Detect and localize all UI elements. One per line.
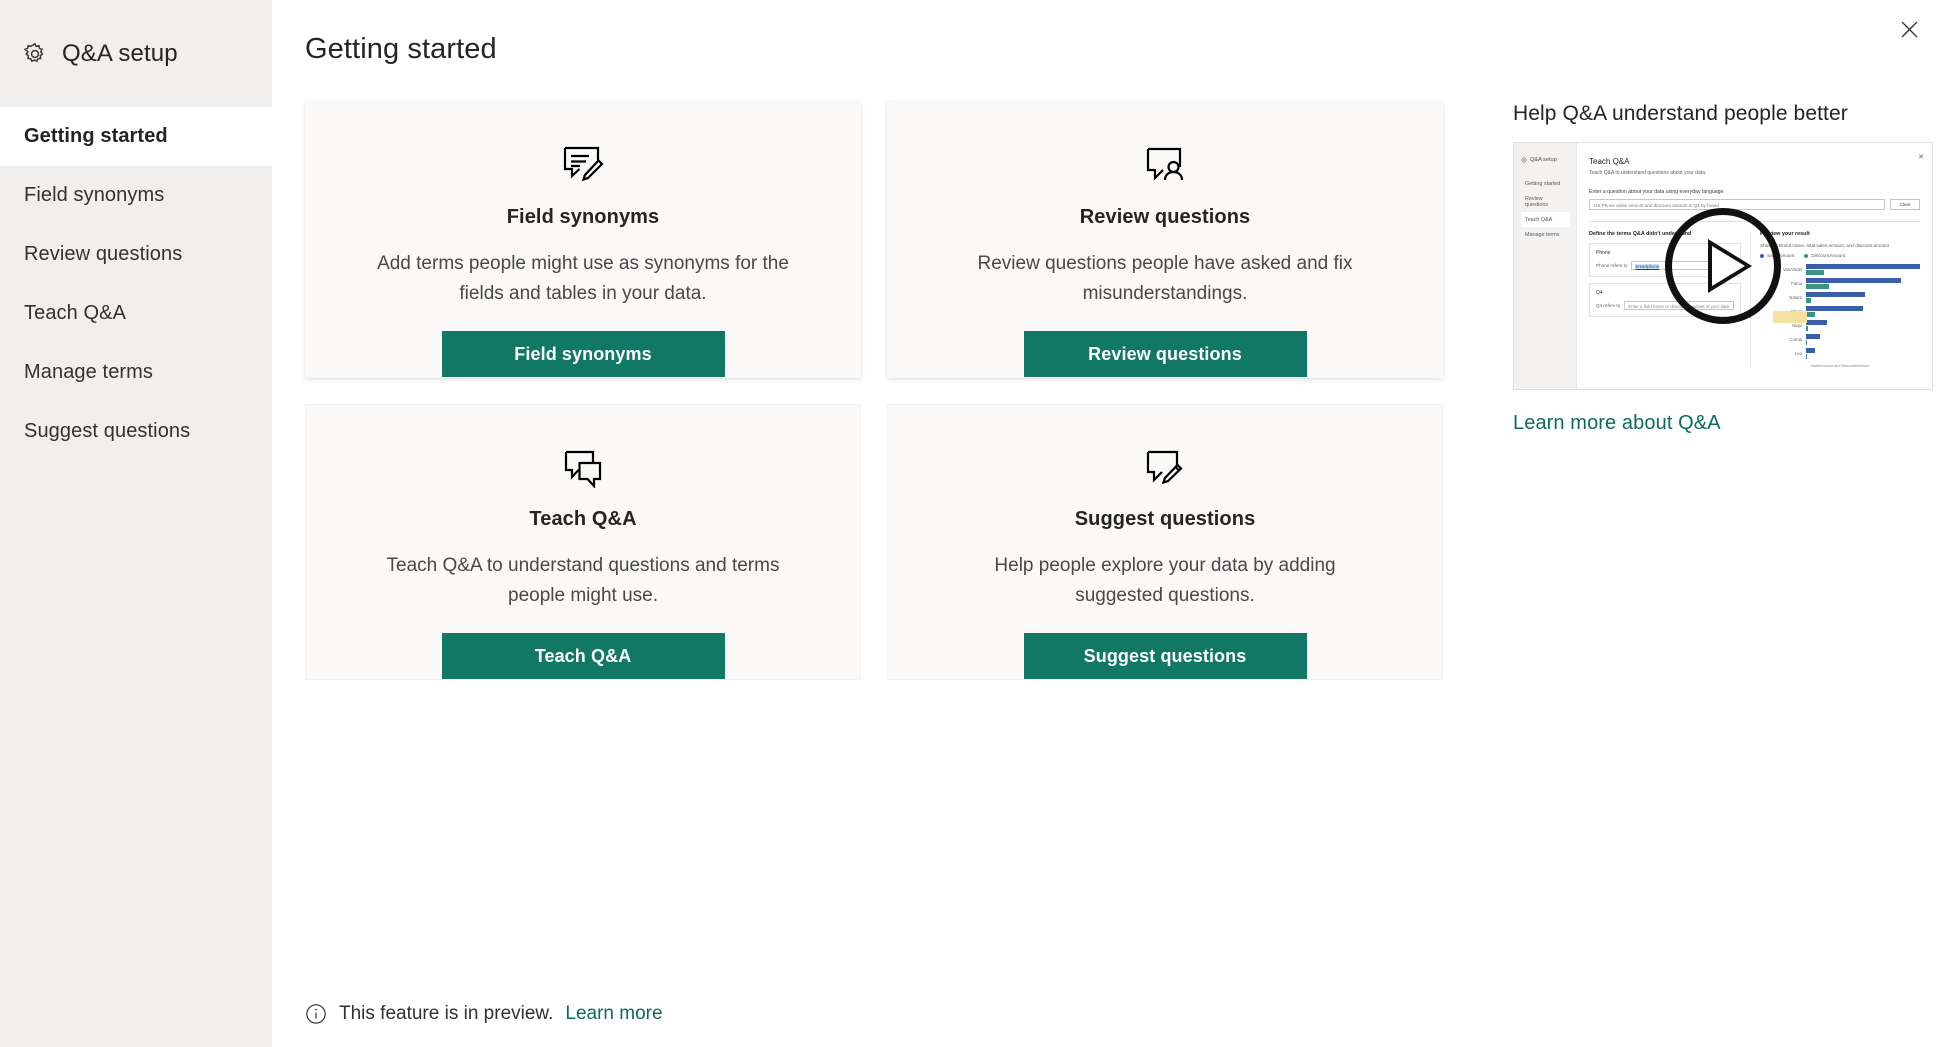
play-icon[interactable] (1665, 208, 1781, 324)
thumb-nav-item: Manage terms (1525, 231, 1560, 238)
thumb-question-input: US Phone sales amount and discount amoun… (1589, 199, 1885, 210)
field-synonyms-button[interactable]: Field synonyms (441, 331, 725, 377)
thumb-term-label: Q4 refers to (1596, 303, 1621, 308)
bar-group: Leo (1760, 348, 1920, 359)
preview-notice-text: This feature is in preview. (339, 1003, 554, 1024)
main-panel: Getting started Field synonyms Add terms… (272, 0, 1946, 1047)
thumb-chart-axis-label: SalesAmount and DiscountAmount (1810, 363, 1870, 368)
card-description: Add terms people might use as synonyms f… (377, 253, 789, 304)
preview-notice: This feature is in preview. Learn more (305, 1003, 663, 1025)
note-edit-icon (548, 136, 618, 194)
content-area: Field synonyms Add terms people might us… (305, 102, 1933, 1047)
teach-qa-button[interactable]: Teach Q&A (441, 633, 725, 679)
sidebar: Q&A setup Getting started Field synonyms… (0, 0, 272, 1047)
speech-bubble-pencil-icon (1130, 439, 1200, 496)
thumb-sidebar-title-text: Q&A setup (1530, 157, 1557, 163)
sidebar-item-label: Field synonyms (24, 184, 165, 206)
card-title: Review questions (1079, 206, 1251, 228)
thumb-nav-item: Getting started (1525, 180, 1561, 187)
bar-group: Natura (1760, 292, 1920, 303)
thumb-title: Teach Q&A (1589, 157, 1630, 166)
thumb-chart-legend: SalesAmount DiscountAmount (1760, 253, 1920, 258)
thumb-sidebar: Q&A setup Getting started Review questio… (1514, 143, 1577, 389)
card-title: Suggest questions (1074, 508, 1256, 531)
thumb-result-note: Showing Brand name, total sales amount, … (1760, 243, 1889, 248)
video-heading: Help Q&A understand people better (1513, 102, 1848, 125)
cards-grid: Field synonyms Add terms people might us… (305, 102, 1485, 1047)
thumb-term-label: Phone refers to (1596, 263, 1628, 268)
thumb-input-row: US Phone sales amount and discount amoun… (1589, 199, 1920, 210)
card-teach-qa: Teach Q&A Teach Q&A to understand questi… (305, 404, 861, 680)
video-panel: Help Q&A understand people better Q&A se… (1513, 102, 1946, 1047)
two-speech-bubbles-icon (548, 439, 618, 496)
sidebar-item-teach-qa[interactable]: Teach Q&A (0, 284, 272, 343)
thumb-nav-item-selected: Teach Q&A (1521, 212, 1570, 227)
sidebar-item-label: Teach Q&A (24, 302, 127, 324)
thumb-clear-button: Clear (1890, 199, 1920, 210)
thumb-input-label: Enter a question about your data using e… (1589, 189, 1724, 195)
sidebar-item-label: Review questions (24, 243, 183, 265)
page-title: Getting started (305, 33, 497, 65)
sidebar-item-label: Getting started (24, 125, 168, 147)
review-questions-button[interactable]: Review questions (1023, 331, 1307, 377)
sidebar-nav: Getting started Field synonyms Review qu… (0, 107, 272, 461)
play-triangle-inner (1711, 246, 1745, 286)
bar-group: Fama (1760, 278, 1920, 289)
card-title: Teach Q&A (529, 508, 637, 531)
legend-label: DiscountAmount (1811, 253, 1846, 258)
footer-learn-more-link[interactable]: Learn more (565, 1003, 662, 1025)
thumb-term-value-text: Smartphone (1635, 263, 1660, 269)
bar-label: Currus (1789, 336, 1802, 342)
sidebar-item-label: Manage terms (24, 361, 154, 383)
bar-group: Currus (1760, 334, 1920, 345)
card-suggest-questions: Suggest questions Help people explore yo… (887, 404, 1443, 680)
bar-group: VanArsdel (1760, 264, 1920, 275)
sidebar-title: Q&A setup (62, 39, 178, 67)
thumb-nav-item: Review questions (1525, 195, 1549, 208)
card-description: Help people explore your data by adding … (994, 555, 1336, 607)
sidebar-item-field-synonyms[interactable]: Field synonyms (0, 166, 272, 225)
card-title: Field synonyms (506, 206, 660, 228)
info-icon (305, 1003, 327, 1025)
gear-icon (22, 41, 48, 67)
close-icon (1901, 21, 1918, 41)
card-description: Review questions people have asked and f… (977, 253, 1353, 304)
qa-setup-dialog: Q&A setup Getting started Field synonyms… (0, 0, 1946, 1047)
video-thumbnail[interactable]: Q&A setup Getting started Review questio… (1513, 142, 1933, 390)
gear-icon (1521, 157, 1527, 163)
bar-label: Leo (1795, 350, 1802, 356)
sidebar-item-suggest-questions[interactable]: Suggest questions (0, 402, 272, 461)
bar-label: Aliqui (1791, 322, 1802, 328)
legend-item-discount: DiscountAmount (1804, 253, 1845, 258)
suggest-questions-button[interactable]: Suggest questions (1023, 633, 1307, 679)
sidebar-item-label: Suggest questions (24, 420, 191, 442)
sidebar-header: Q&A setup (0, 0, 272, 107)
speech-bubble-person-icon (1130, 136, 1200, 194)
thumb-result-heading: Preview your result (1760, 231, 1810, 237)
thumb-subtitle: Teach Q&A to understand questions about … (1589, 170, 1707, 176)
card-description: Teach Q&A to understand questions and te… (386, 555, 780, 607)
close-icon: ✕ (1918, 154, 1924, 161)
close-button[interactable] (1886, 10, 1932, 52)
card-review-questions: Review questions Review questions people… (887, 102, 1443, 378)
sidebar-item-getting-started[interactable]: Getting started (0, 107, 272, 166)
card-field-synonyms: Field synonyms Add terms people might us… (305, 102, 861, 378)
thumb-sidebar-title: Q&A setup (1521, 157, 1570, 163)
learn-more-about-qa-link[interactable]: Learn more about Q&A (1513, 412, 1721, 435)
sidebar-item-manage-terms[interactable]: Manage terms (0, 343, 272, 402)
thumb-highlight-swatch (1773, 311, 1807, 323)
sidebar-item-review-questions[interactable]: Review questions (0, 225, 272, 284)
